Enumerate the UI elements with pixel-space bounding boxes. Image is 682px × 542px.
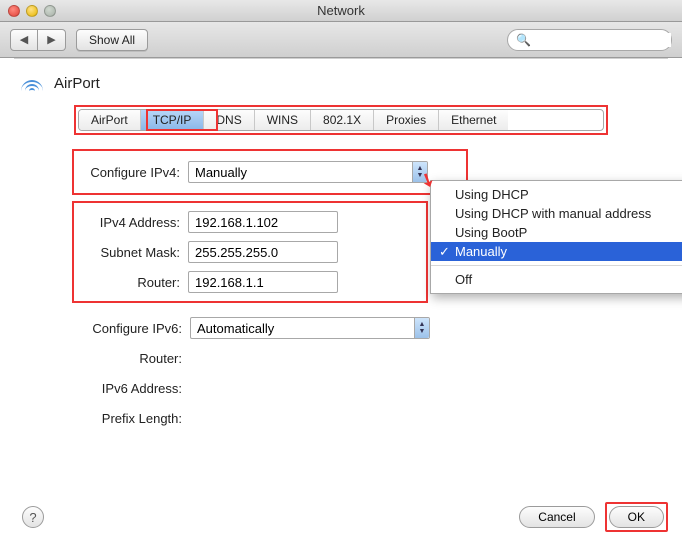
menu-item-off[interactable]: Off — [431, 270, 682, 289]
row-ipv6-address: IPv6 Address: — [14, 373, 668, 403]
ipv6-router-label: Router: — [14, 351, 190, 366]
back-button[interactable]: ◀ — [10, 29, 38, 51]
row-configure-ipv4: Configure IPv4: Manually ▲▼ — [80, 157, 460, 187]
interface-header: AirPort — [14, 59, 668, 101]
nav-segment: ◀ ▶ — [10, 29, 66, 51]
subnet-mask-label: Subnet Mask: — [80, 245, 188, 260]
tab-ethernet[interactable]: Ethernet — [439, 110, 508, 130]
configure-ipv4-label: Configure IPv4: — [80, 165, 188, 180]
show-all-button[interactable]: Show All — [76, 29, 148, 51]
menu-item-bootp[interactable]: Using BootP — [431, 223, 682, 242]
router-label: Router: — [80, 275, 188, 290]
tab-tcpip[interactable]: TCP/IP — [141, 110, 205, 130]
search-input[interactable] — [537, 33, 671, 47]
row-configure-ipv6: Configure IPv6: Automatically ▲▼ — [14, 313, 668, 343]
interface-name: AirPort — [54, 75, 100, 92]
titlebar: Network — [0, 0, 682, 22]
tabs-container: AirPort TCP/IP DNS WINS 802.1X Proxies E… — [74, 105, 608, 135]
configure-ipv4-select[interactable]: Manually ▲▼ — [188, 161, 428, 183]
menu-item-dhcp[interactable]: Using DHCP — [431, 185, 682, 204]
footer: ? Cancel OK — [0, 502, 668, 532]
router-input[interactable] — [188, 271, 338, 293]
tab-proxies[interactable]: Proxies — [374, 110, 439, 130]
minimize-window-button[interactable] — [26, 5, 38, 17]
menu-item-manually[interactable]: Manually — [431, 242, 682, 261]
configure-ipv4-menu: Using DHCP Using DHCP with manual addres… — [430, 180, 682, 294]
ok-button[interactable]: OK — [609, 506, 664, 528]
close-window-button[interactable] — [8, 5, 20, 17]
row-router: Router: — [80, 267, 420, 297]
row-ipv6-router: Router: — [14, 343, 668, 373]
wifi-icon — [20, 73, 44, 93]
ipv4-address-label: IPv4 Address: — [80, 215, 188, 230]
window-title: Network — [0, 3, 682, 18]
tab-dns[interactable]: DNS — [204, 110, 254, 130]
annotation-box-ok: OK — [605, 502, 668, 532]
configure-ipv6-value: Automatically — [197, 321, 274, 336]
subnet-mask-input[interactable] — [188, 241, 338, 263]
search-icon: 🔍 — [516, 33, 531, 47]
search-field[interactable]: 🔍 — [507, 29, 672, 51]
row-subnet-mask: Subnet Mask: — [80, 237, 420, 267]
tab-airport[interactable]: AirPort — [79, 110, 141, 130]
forward-button[interactable]: ▶ — [38, 29, 66, 51]
zoom-window-button[interactable] — [44, 5, 56, 17]
annotation-box-configure: Configure IPv4: Manually ▲▼ — [72, 149, 468, 195]
tab-wins[interactable]: WINS — [255, 110, 311, 130]
dropdown-stepper-icon: ▲▼ — [412, 162, 427, 182]
tab-bar: AirPort TCP/IP DNS WINS 802.1X Proxies E… — [78, 109, 604, 131]
dropdown-stepper-icon: ▲▼ — [414, 318, 429, 338]
cancel-button[interactable]: Cancel — [519, 506, 594, 528]
row-prefix-length: Prefix Length: — [14, 403, 668, 433]
configure-ipv6-select[interactable]: Automatically ▲▼ — [190, 317, 430, 339]
menu-separator — [431, 265, 682, 266]
row-ipv4-address: IPv4 Address: — [80, 207, 420, 237]
window-controls — [0, 5, 56, 17]
ipv4-address-input[interactable] — [188, 211, 338, 233]
configure-ipv4-value: Manually — [195, 165, 247, 180]
prefix-length-label: Prefix Length: — [14, 411, 190, 426]
menu-item-dhcp-manual[interactable]: Using DHCP with manual address — [431, 204, 682, 223]
toolbar: ◀ ▶ Show All 🔍 — [0, 22, 682, 58]
tab-8021x[interactable]: 802.1X — [311, 110, 374, 130]
configure-ipv6-label: Configure IPv6: — [14, 321, 190, 336]
annotation-box-addresses: IPv4 Address: Subnet Mask: Router: — [72, 201, 428, 303]
help-button[interactable]: ? — [22, 506, 44, 528]
ipv6-address-label: IPv6 Address: — [14, 381, 190, 396]
